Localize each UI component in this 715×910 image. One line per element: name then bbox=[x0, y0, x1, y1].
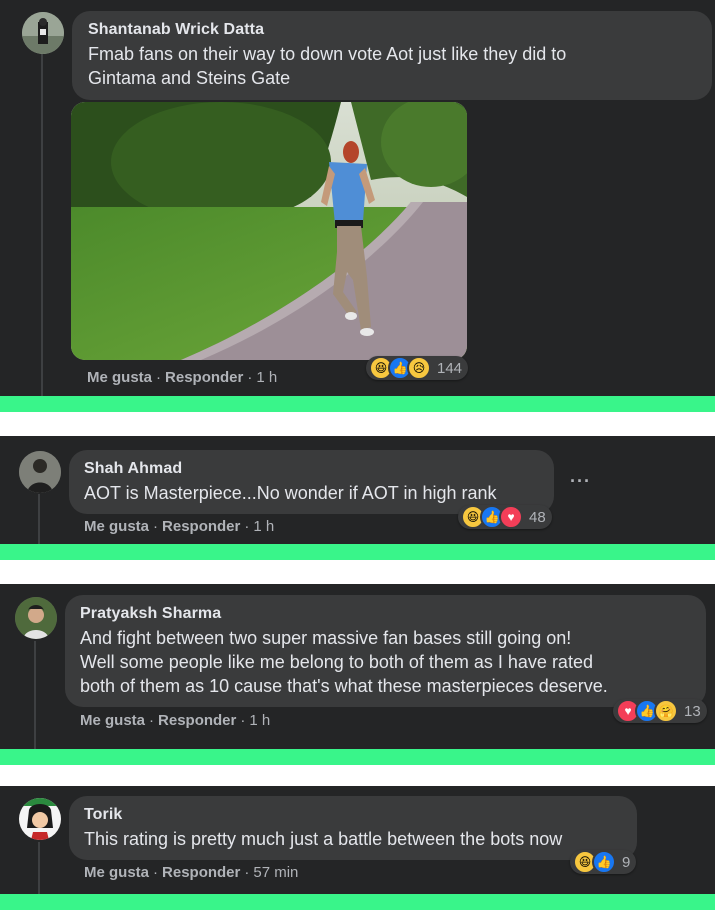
comment-time[interactable]: 1 h bbox=[253, 518, 274, 535]
comment-author[interactable]: Shah Ahmad bbox=[84, 460, 539, 478]
love-icon: ♥ bbox=[499, 505, 523, 529]
comment-actions: Me gusta · Responder · 1 h bbox=[80, 712, 271, 729]
sad-icon: 😥 bbox=[407, 356, 431, 380]
like-link[interactable]: Me gusta bbox=[80, 712, 145, 729]
avatar[interactable] bbox=[22, 12, 64, 54]
divider-strip bbox=[0, 894, 715, 910]
divider-strip bbox=[0, 749, 715, 765]
comment-text: This rating is pretty much just a battle… bbox=[84, 829, 563, 849]
like-icon: 👍 bbox=[592, 850, 616, 874]
comment-gif[interactable] bbox=[71, 102, 467, 360]
comment-text: Fmab fans on their way to down vote Aot … bbox=[88, 44, 567, 88]
reaction-count: 48 bbox=[529, 508, 546, 526]
reply-link[interactable]: Responder bbox=[162, 518, 240, 535]
comment-author[interactable]: Shantanab Wrick Datta bbox=[88, 21, 696, 39]
reply-link[interactable]: Responder bbox=[165, 369, 243, 386]
thread-line bbox=[41, 54, 43, 396]
avatar-photo bbox=[19, 451, 61, 493]
reactions-summary[interactable]: 😆 👍 😥 144 bbox=[366, 356, 469, 380]
reactions-summary[interactable]: 😆 👍 9 bbox=[570, 850, 637, 874]
thread-line bbox=[38, 842, 40, 895]
comment-bubble: Pratyaksh Sharma And fight between two s… bbox=[65, 595, 706, 707]
reactions-summary[interactable]: ♥ 👍 🤗 13 bbox=[613, 699, 707, 723]
thread-line bbox=[38, 494, 40, 544]
avatar[interactable] bbox=[19, 798, 61, 840]
like-link[interactable]: Me gusta bbox=[87, 369, 152, 386]
avatar[interactable] bbox=[19, 451, 61, 493]
reply-link[interactable]: Responder bbox=[158, 712, 236, 729]
care-icon: 🤗 bbox=[654, 699, 678, 723]
comment-time[interactable]: 57 min bbox=[253, 864, 298, 881]
avatar-photo bbox=[19, 798, 61, 840]
avatar-photo bbox=[22, 12, 64, 54]
divider-strip bbox=[0, 544, 715, 560]
comment-text: And fight between two super massive fan … bbox=[80, 628, 608, 696]
avatar-photo bbox=[15, 597, 57, 639]
avatar[interactable] bbox=[15, 597, 57, 639]
like-link[interactable]: Me gusta bbox=[84, 518, 149, 535]
comment-actions: Me gusta · Responder · 1 h bbox=[84, 518, 275, 535]
gif-image-running-man bbox=[71, 102, 467, 360]
reaction-count: 144 bbox=[437, 359, 463, 377]
comment-author[interactable]: Torik bbox=[84, 806, 622, 824]
reaction-count: 9 bbox=[622, 853, 631, 871]
reaction-count: 13 bbox=[684, 702, 701, 720]
comment-actions: Me gusta · Responder · 1 h bbox=[87, 369, 278, 386]
divider-strip bbox=[0, 396, 715, 412]
comment-time[interactable]: 1 h bbox=[249, 712, 270, 729]
reactions-summary[interactable]: 😆 👍 ♥ 48 bbox=[458, 505, 552, 529]
comment-bubble: Torik This rating is pretty much just a … bbox=[69, 796, 637, 860]
comment-time[interactable]: 1 h bbox=[256, 369, 277, 386]
thread-line bbox=[34, 641, 36, 749]
like-link[interactable]: Me gusta bbox=[84, 864, 149, 881]
reply-link[interactable]: Responder bbox=[162, 864, 240, 881]
comment-author[interactable]: Pratyaksh Sharma bbox=[80, 605, 691, 623]
more-options-icon[interactable]: ··· bbox=[570, 471, 591, 492]
comment-actions: Me gusta · Responder · 57 min bbox=[84, 864, 299, 881]
comment-bubble: Shantanab Wrick Datta Fmab fans on their… bbox=[72, 11, 712, 100]
comment-text: AOT is Masterpiece...No wonder if AOT in… bbox=[84, 483, 497, 503]
